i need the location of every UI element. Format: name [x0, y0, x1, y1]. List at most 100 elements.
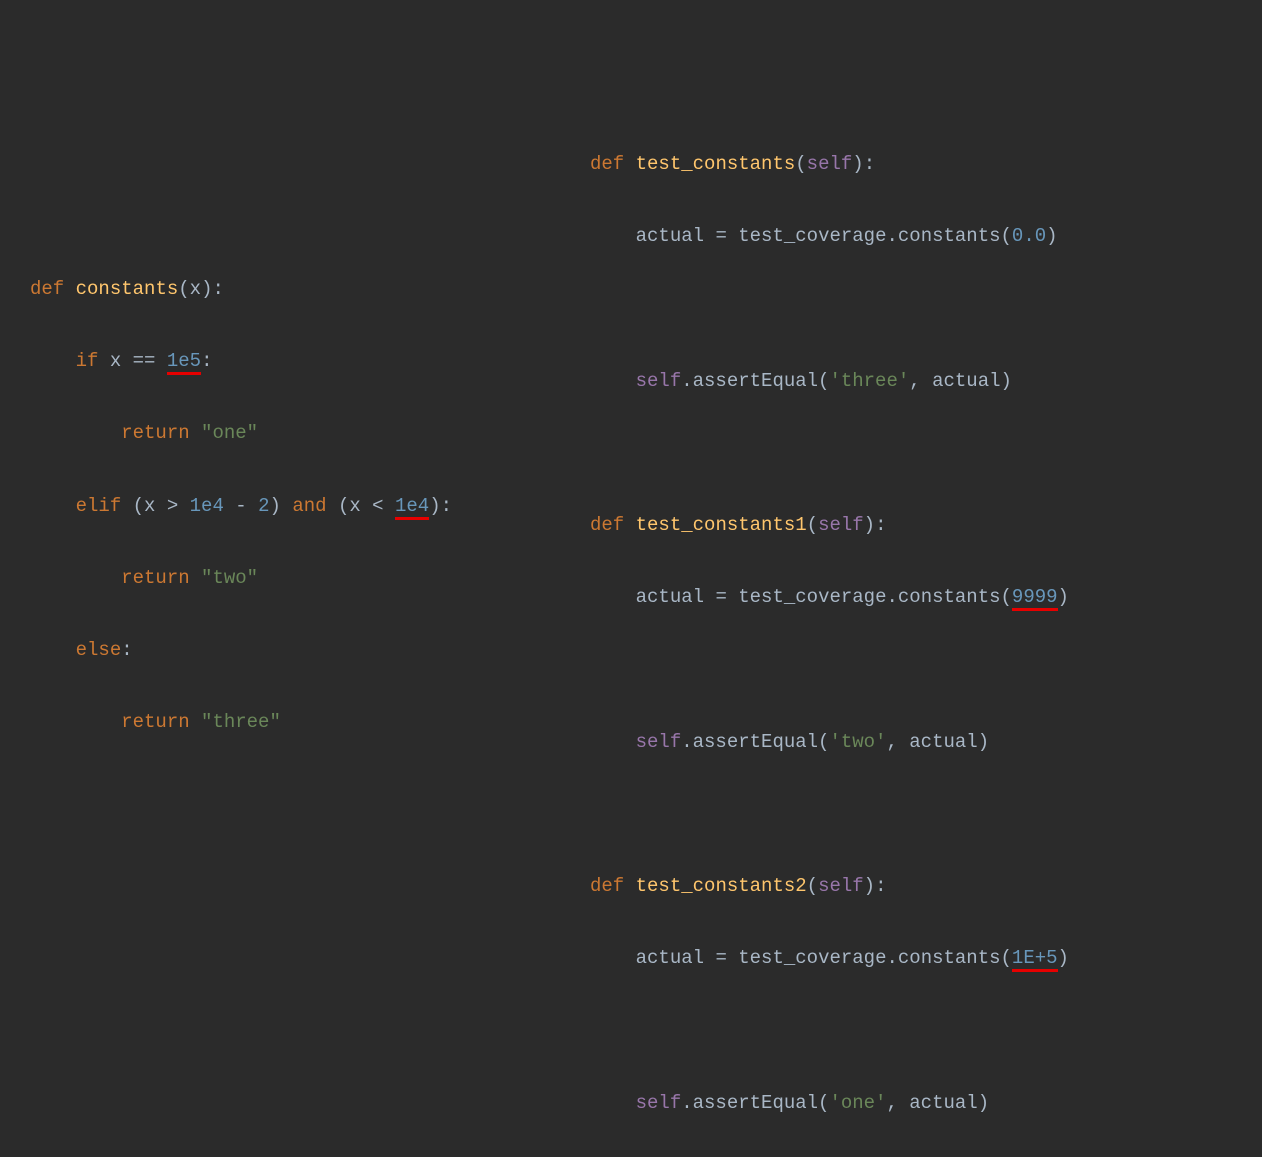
paren-close: ) [978, 1092, 989, 1114]
var-x: x [110, 350, 121, 372]
var-x: x [144, 495, 155, 517]
string-arg: 'one' [829, 1092, 886, 1114]
function-name: test_constants2 [636, 875, 807, 897]
paren-open: ( [818, 1092, 829, 1114]
code-line: def constants(x): [30, 271, 580, 307]
keyword-if: if [76, 350, 99, 372]
call-name: constants [898, 586, 1001, 608]
var-actual: actual [932, 370, 1000, 392]
paren-close: ) [429, 495, 440, 517]
paren-close: ) [978, 731, 989, 753]
paren-open: ( [178, 278, 189, 300]
paren-close: ) [1058, 947, 1069, 969]
var-actual: actual [636, 225, 704, 247]
call-name: constants [898, 947, 1001, 969]
dot: . [886, 947, 897, 969]
comma: , [886, 731, 897, 753]
keyword-def: def [590, 153, 624, 175]
code-line: def test_constants2(self): [590, 868, 1262, 904]
param-self: self [807, 153, 853, 175]
call-name: constants [898, 225, 1001, 247]
dot: . [681, 731, 692, 753]
code-line: def test_constants(self): [590, 146, 1262, 182]
keyword-return: return [121, 567, 189, 589]
paren-open: ( [1001, 947, 1012, 969]
operator-lt: < [372, 495, 383, 517]
code-line: actual = test_coverage.constants(9999) [590, 579, 1262, 615]
colon: : [201, 350, 212, 372]
var-actual: actual [909, 1092, 977, 1114]
var-actual: actual [636, 947, 704, 969]
blank-line [590, 651, 1262, 687]
paren-open: ( [133, 495, 144, 517]
code-line: def test_constants1(self): [590, 507, 1262, 543]
operator-eq: = [715, 225, 726, 247]
paren-close: ) [1001, 370, 1012, 392]
var-actual: actual [636, 586, 704, 608]
code-line: else: [30, 632, 580, 668]
code-line: self.assertEqual('one', actual) [590, 1085, 1262, 1121]
self-ref: self [636, 1092, 682, 1114]
code-line: elif (x > 1e4 - 2) and (x < 1e4): [30, 488, 580, 524]
code-line: self.assertEqual('three', actual) [590, 363, 1262, 399]
param-self: self [818, 514, 864, 536]
dot: . [681, 1092, 692, 1114]
left-code-pane[interactable]: def constants(x): if x == 1e5: return "o… [0, 0, 580, 790]
module-name: test_coverage [738, 947, 886, 969]
paren-close: ) [1058, 586, 1069, 608]
code-line: return "two" [30, 560, 580, 596]
param-self: self [818, 875, 864, 897]
paren-close: ) [1046, 225, 1057, 247]
keyword-def: def [590, 875, 624, 897]
keyword-and: and [292, 495, 326, 517]
operator-eqeq: == [133, 350, 156, 372]
number-1e4: 1e4 [395, 496, 429, 520]
keyword-elif: elif [76, 495, 122, 517]
keyword-def: def [590, 514, 624, 536]
number-2: 2 [258, 495, 269, 517]
number-arg: 0.0 [1012, 225, 1046, 247]
paren-close: ) [864, 875, 875, 897]
dot: . [886, 225, 897, 247]
method-name: assertEqual [693, 370, 818, 392]
paren-close: ) [270, 495, 281, 517]
number-arg: 1E+5 [1012, 948, 1058, 972]
self-ref: self [636, 731, 682, 753]
number-1e4: 1e4 [190, 495, 224, 517]
self-ref: self [636, 370, 682, 392]
dot: . [681, 370, 692, 392]
var-actual: actual [909, 731, 977, 753]
paren-open: ( [1001, 225, 1012, 247]
colon: : [875, 514, 886, 536]
blank-line [590, 796, 1262, 832]
paren-open: ( [807, 514, 818, 536]
string-arg: 'three' [829, 370, 909, 392]
paren-open: ( [338, 495, 349, 517]
comma: , [886, 1092, 897, 1114]
keyword-def: def [30, 278, 64, 300]
paren-open: ( [1001, 586, 1012, 608]
code-line: if x == 1e5: [30, 343, 580, 379]
keyword-return: return [121, 711, 189, 733]
method-name: assertEqual [693, 1092, 818, 1114]
paren-close: ) [864, 514, 875, 536]
paren-close: ) [852, 153, 863, 175]
code-line: return "three" [30, 704, 580, 740]
number-1e5: 1e5 [167, 351, 201, 375]
code-line: self.assertEqual('two', actual) [590, 724, 1262, 760]
operator-eq: = [715, 586, 726, 608]
code-line: return "one" [30, 415, 580, 451]
operator-minus: - [235, 495, 246, 517]
number-arg: 9999 [1012, 587, 1058, 611]
keyword-return: return [121, 422, 189, 444]
paren-open: ( [818, 731, 829, 753]
paren-open: ( [795, 153, 806, 175]
colon: : [441, 495, 452, 517]
right-code-pane[interactable]: def test_constants(self): actual = test_… [580, 0, 1262, 790]
code-line: actual = test_coverage.constants(0.0) [590, 218, 1262, 254]
module-name: test_coverage [738, 225, 886, 247]
dot: . [886, 586, 897, 608]
colon: : [875, 875, 886, 897]
function-name: test_constants [636, 153, 796, 175]
comma: , [909, 370, 920, 392]
